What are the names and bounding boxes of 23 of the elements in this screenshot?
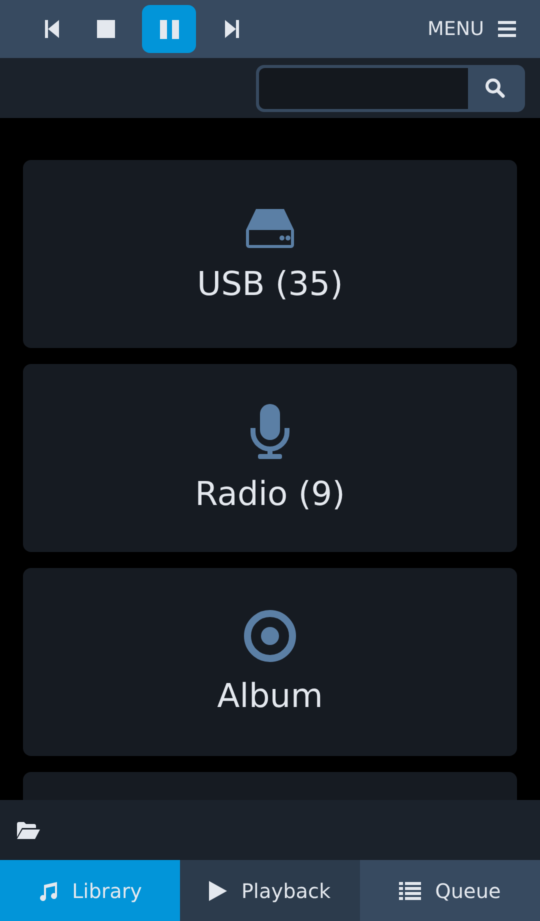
category-card[interactable]: Radio (9) (23, 364, 517, 552)
search-icon (485, 78, 505, 98)
menu-icon (498, 21, 516, 37)
category-label: Radio (9) (195, 474, 345, 512)
next-icon (225, 20, 239, 38)
play-icon (209, 880, 228, 900)
search-field[interactable] (256, 64, 525, 112)
category-card[interactable]: Album (23, 568, 517, 756)
menu-button[interactable]: MENU (427, 18, 516, 40)
pause-button[interactable] (142, 5, 196, 53)
stop-icon (97, 20, 115, 38)
category-label: USB (35) (197, 264, 343, 302)
nav-tab[interactable]: Queue (360, 860, 540, 921)
previous-icon (45, 20, 59, 38)
nav-tab[interactable]: Playback (180, 860, 360, 921)
music-note-icon (38, 880, 58, 900)
list-icon (399, 882, 422, 900)
category-card[interactable]: USB (35) (23, 160, 517, 348)
folder-icon[interactable] (17, 822, 40, 838)
microphone-icon (250, 404, 290, 460)
category-label: Album (217, 676, 323, 714)
disc-icon (244, 610, 296, 662)
pause-icon (160, 20, 178, 38)
